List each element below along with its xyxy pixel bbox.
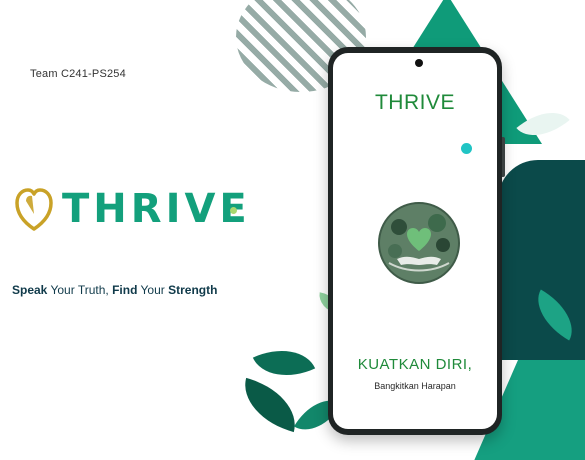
tagline-word: Speak [12,283,48,297]
subline: Bangkitkan Harapan [374,381,456,391]
leaf-decoration [235,377,305,433]
tagline: Speak Your Truth, Find Your Strength [12,283,217,297]
camera-icon [415,59,423,67]
hands-holding-heart-illustration [378,202,460,284]
brand-lockup: THRIVE [14,186,251,232]
team-label: Team C241-PS254 [30,68,126,80]
promo-canvas: Team C241-PS254 THRIVE Speak Your Truth,… [0,0,585,460]
phone-screen: THRIVE KUATKAN DIRI, Bangkitkan Harapan [333,53,497,429]
headline: KUATKAN DIRI, [357,356,473,373]
tagline-word: Your [137,283,169,297]
tagline-word: Strength [168,283,218,297]
tagline-word: Your Truth, [47,283,113,297]
accent-dot [230,207,237,214]
phone-mockup: THRIVE KUATKAN DIRI, Bangkitkan Harapan [328,47,505,435]
tagline-word: Find [112,283,138,297]
brand-name: THRIVE [62,186,251,232]
leaf-decoration [252,335,316,391]
app-title: THRIVE [374,91,455,114]
heart-shield-icon [15,188,53,231]
phone-side-button [502,137,505,177]
accent-dot [461,143,472,154]
